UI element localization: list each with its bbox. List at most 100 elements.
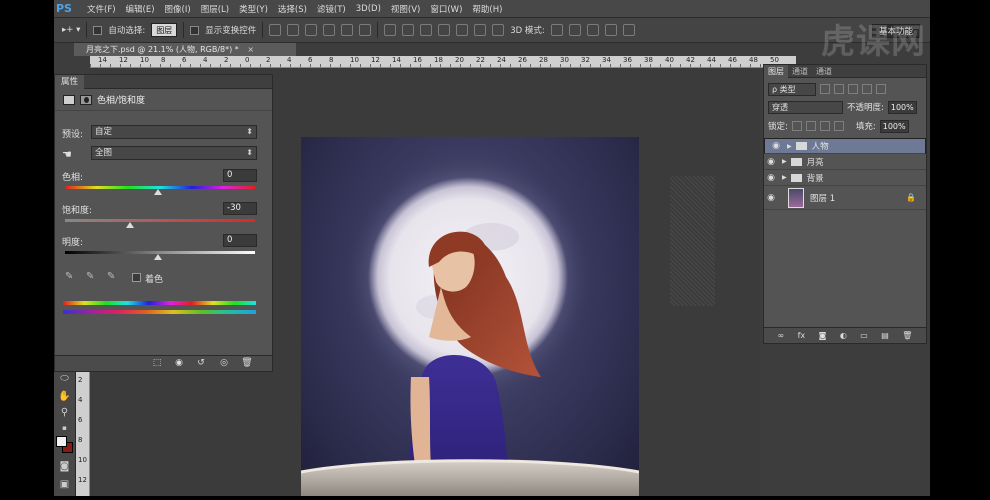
filter-type-icon[interactable] [848, 84, 858, 94]
distribute-hcenter-icon[interactable] [456, 24, 469, 36]
saturation-slider-thumb[interactable] [126, 222, 134, 228]
layer-row-moon[interactable]: ◉ ▶ 月亮 [764, 154, 926, 170]
vertical-ruler[interactable]: 2 4 6 8 10 12 [76, 372, 90, 496]
lightness-slider-thumb[interactable] [154, 254, 162, 260]
close-icon[interactable]: × [247, 45, 254, 54]
hue-slider-thumb[interactable] [154, 189, 162, 195]
delete-icon[interactable]: 🗑 [241, 358, 253, 369]
hand-tool-icon[interactable]: ✋ [58, 390, 71, 403]
distribute-left-icon[interactable] [438, 24, 451, 36]
menu-file[interactable]: 文件(F) [82, 3, 121, 15]
filter-shape-icon[interactable] [862, 84, 872, 94]
default-colors-icon[interactable]: ▪ [58, 422, 71, 435]
menu-layer[interactable]: 图层(L) [196, 3, 234, 15]
menu-type[interactable]: 类型(Y) [234, 3, 273, 15]
tab-layers[interactable]: 图层 [764, 64, 788, 78]
expand-arrow-icon[interactable]: ▶ [787, 143, 792, 150]
hand-icon[interactable]: ☚ [62, 148, 72, 161]
lock-position-icon[interactable] [819, 121, 830, 131]
menu-edit[interactable]: 编辑(E) [121, 3, 160, 15]
document-image[interactable] [301, 137, 639, 496]
adjustment-icon[interactable] [63, 94, 75, 105]
eyedropper-plus-icon[interactable]: ✎ [86, 271, 94, 282]
channel-dropdown[interactable]: 全图 [91, 146, 257, 160]
screen-mode-icon[interactable]: ▣ [58, 478, 71, 491]
expand-arrow-icon[interactable]: ▶ [782, 174, 787, 181]
align-bottom-icon[interactable] [305, 24, 318, 36]
new-layer-icon[interactable]: ▤ [881, 331, 889, 340]
reset-icon[interactable]: ↺ [195, 358, 207, 369]
mask-icon[interactable] [80, 94, 92, 105]
menu-3d[interactable]: 3D(D) [351, 4, 386, 14]
eye-icon[interactable]: ◉ [769, 141, 783, 151]
blend-mode-dropdown[interactable]: 穿透 [768, 100, 843, 114]
filter-adjustment-icon[interactable] [834, 84, 844, 94]
eye-icon[interactable]: ◉ [764, 193, 778, 203]
show-transform-checkbox[interactable] [190, 25, 200, 35]
tab-channels[interactable]: 通道 [788, 65, 812, 78]
menu-view[interactable]: 视图(V) [386, 3, 425, 15]
eye-icon[interactable]: ◉ [764, 173, 778, 183]
clip-to-layer-icon[interactable]: ⬚ [151, 358, 163, 369]
new-group-icon[interactable]: ▭ [860, 331, 868, 340]
eyedropper-icon[interactable]: ✎ [65, 271, 73, 282]
layer-row-person[interactable]: ◉ ▶ 人物 [764, 138, 926, 154]
align-vcenter-icon[interactable] [287, 24, 300, 36]
auto-select-checkbox[interactable] [93, 25, 103, 35]
layer-row-layer1[interactable]: ◉ 图层 1 🔒 [764, 186, 926, 210]
layer-kind-filter[interactable]: ρ 类型 [768, 82, 816, 96]
expand-arrow-icon[interactable]: ▶ [782, 158, 787, 165]
horizontal-ruler[interactable]: 14 12 10 8 6 4 2 0 2 4 6 8 10 12 14 16 18 20 22 24 26 28 30 32 3… [90, 56, 796, 68]
fill-value[interactable]: 100% [879, 119, 909, 133]
layer-row-background[interactable]: ◉ ▶ 背景 [764, 170, 926, 186]
view-previous-icon[interactable]: ◉ [173, 358, 185, 369]
auto-align-icon[interactable] [492, 24, 505, 36]
3d-rotate-icon[interactable] [550, 24, 563, 36]
document-tab[interactable]: 月亮之下.psd @ 21.1% (人物, RGB/8*) * × [74, 43, 296, 56]
tab-properties[interactable]: 属性 [55, 74, 85, 89]
3d-slide-icon[interactable] [604, 24, 617, 36]
zoom-tool-icon[interactable]: ⚲ [58, 406, 71, 419]
eyedropper-minus-icon[interactable]: ✎ [107, 271, 115, 282]
foreground-color-swatch[interactable] [56, 436, 67, 447]
colorize-checkbox[interactable] [132, 273, 141, 282]
quick-mask-icon[interactable]: ◙ [58, 460, 71, 473]
saturation-slider[interactable] [65, 219, 255, 222]
layer-style-icon[interactable]: fx [798, 331, 806, 340]
tab-paths[interactable]: 通道 [812, 65, 836, 78]
filter-smart-icon[interactable] [876, 84, 886, 94]
distribute-vcenter-icon[interactable] [402, 24, 415, 36]
saturation-value[interactable]: -30 [223, 202, 257, 215]
preset-dropdown[interactable]: 自定 [91, 125, 257, 139]
distribute-bottom-icon[interactable] [420, 24, 433, 36]
menu-image[interactable]: 图像(I) [160, 3, 196, 15]
hue-value[interactable]: 0 [223, 169, 257, 182]
filter-pixel-icon[interactable] [820, 84, 830, 94]
3d-scale-icon[interactable] [622, 24, 635, 36]
add-mask-icon[interactable]: ◙ [819, 331, 827, 340]
distribute-right-icon[interactable] [474, 24, 487, 36]
distribute-top-icon[interactable] [384, 24, 397, 36]
lock-image-icon[interactable] [805, 121, 816, 131]
3d-drag-icon[interactable] [586, 24, 599, 36]
menu-select[interactable]: 选择(S) [273, 3, 312, 15]
3d-roll-icon[interactable] [568, 24, 581, 36]
lock-all-icon[interactable] [833, 121, 844, 131]
lightness-value[interactable]: 0 [223, 234, 257, 247]
align-hcenter-icon[interactable] [341, 24, 354, 36]
eye-icon[interactable]: ◉ [764, 157, 778, 167]
menu-filter[interactable]: 滤镜(T) [312, 3, 351, 15]
opacity-value[interactable]: 100% [887, 100, 917, 114]
link-layers-icon[interactable]: ∞ [777, 331, 784, 340]
align-left-icon[interactable] [323, 24, 336, 36]
auto-select-dropdown[interactable]: 图层 [151, 23, 178, 37]
lock-transparent-icon[interactable] [791, 121, 802, 131]
align-right-icon[interactable] [359, 24, 372, 36]
menu-help[interactable]: 帮助(H) [467, 3, 507, 15]
align-top-icon[interactable] [269, 24, 282, 36]
visibility-icon[interactable]: ◎ [218, 358, 230, 369]
move-tool-icon[interactable]: ▸+ ▾ [62, 25, 80, 35]
delete-layer-icon[interactable]: 🗑 [902, 331, 912, 340]
new-adjustment-icon[interactable]: ◐ [840, 331, 847, 340]
ellipse-tool-icon[interactable]: ⬭ [58, 372, 71, 385]
